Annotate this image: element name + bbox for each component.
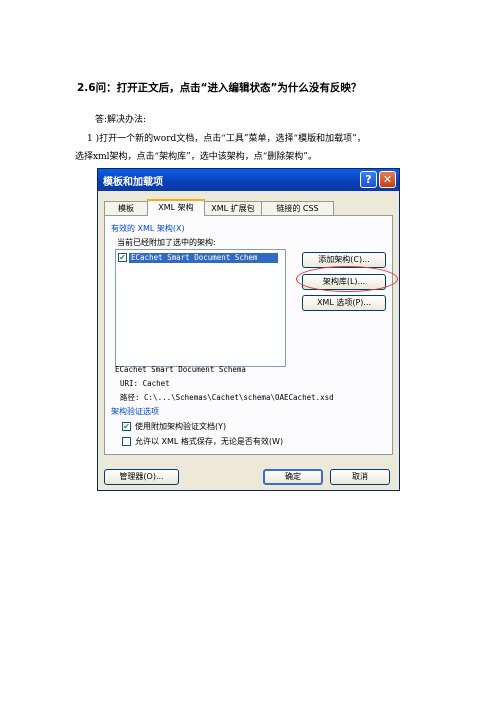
- schema-item-label: ECachet Smart Document Schem: [129, 252, 278, 263]
- allow-invalid-save-checkbox[interactable]: [122, 437, 131, 446]
- answer-label: 答:解决办法:: [95, 115, 147, 125]
- schema-name: ECachet Smart Document Schema: [115, 365, 246, 374]
- tab-templates[interactable]: 模板: [104, 201, 148, 215]
- validate-option-label: 使用附加架构验证文档(Y): [135, 422, 227, 431]
- validate-checkbox[interactable]: ✔: [122, 422, 131, 431]
- dialog-title: 模板和加载项: [103, 177, 163, 188]
- xml-options-button[interactable]: XML 选项(P)...: [302, 295, 386, 311]
- available-schemas-group-label: 有效的 XML 架构(X): [111, 224, 185, 233]
- question-title: 2.6问：打开正文后，点击“进入编辑状态”为什么没有反映？: [77, 82, 362, 94]
- list-item[interactable]: ✔ ECachet Smart Document Schem: [118, 252, 278, 263]
- close-icon[interactable]: ✕: [379, 171, 396, 188]
- validation-group-label: 架构验证选项: [111, 407, 159, 416]
- schema-path: 路径: C:\...\Schemas\Cachet\schema\OAECach…: [120, 393, 334, 402]
- tab-xml-schema[interactable]: XML 架构: [147, 199, 205, 216]
- cancel-button[interactable]: 取消: [330, 469, 390, 485]
- tab-xml-expansion-packs[interactable]: XML 扩展包: [204, 201, 262, 215]
- templates-addins-dialog: 模板和加载项 ? ✕ 模板 XML 架构 XML 扩展包 链接的 CSS 有效的…: [97, 168, 400, 491]
- ok-button[interactable]: 确定: [263, 469, 323, 485]
- allow-invalid-save-option[interactable]: 允许以 XML 格式保存，无论是否有效(W): [122, 436, 283, 447]
- schema-listbox[interactable]: ✔ ECachet Smart Document Schem: [115, 249, 286, 367]
- step-line-2: 选择xml架构，点击“架构库”，选中该架构，点“删除架构”。: [75, 152, 317, 162]
- allow-invalid-save-label: 允许以 XML 格式保存，无论是否有效(W): [135, 437, 284, 446]
- step-line-1: 1 )打开一个新的word文档，点击“工具”菜单，选择“模版和加载项”，: [87, 134, 366, 144]
- step-text: 1 )打开一个新的word文档，点击“工具”菜单，选择“模版和加载项”， 选择x…: [75, 130, 427, 166]
- tab-linked-css[interactable]: 链接的 CSS: [261, 201, 334, 215]
- help-icon[interactable]: ?: [360, 171, 377, 188]
- dialog-titlebar: 模板和加载项 ? ✕: [98, 169, 399, 191]
- highlight-circle: [296, 266, 398, 292]
- schema-uri: URI: Cachet: [120, 379, 170, 388]
- organizer-button[interactable]: 管理器(O)...: [104, 469, 179, 485]
- validate-option[interactable]: ✔ 使用附加架构验证文档(Y): [122, 421, 226, 432]
- schema-checkbox[interactable]: ✔: [118, 253, 127, 262]
- attached-schemas-label: 当前已经附加了选中的架构:: [117, 238, 216, 247]
